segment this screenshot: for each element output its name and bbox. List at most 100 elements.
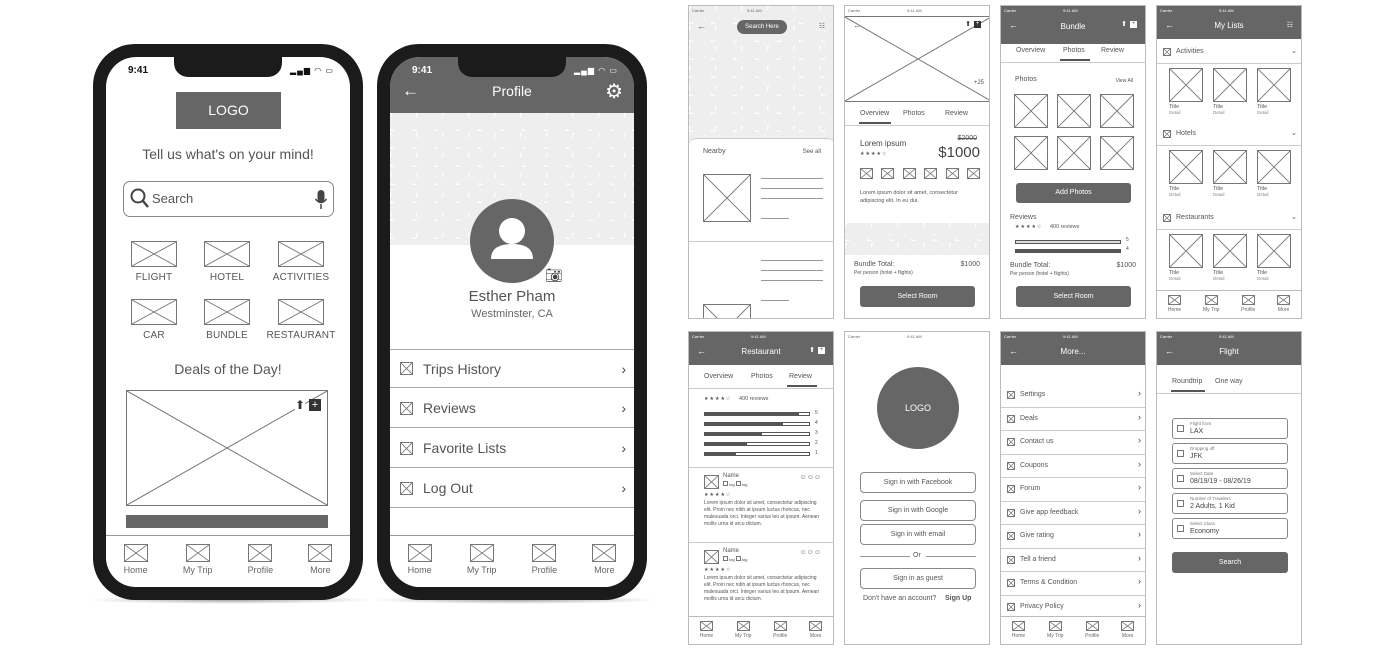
tab-review[interactable]: Review bbox=[1101, 47, 1124, 54]
tab-photos[interactable]: Photos bbox=[751, 373, 773, 380]
tab-overview[interactable]: Overview bbox=[704, 373, 733, 380]
menu-favorite-lists[interactable]: Favorite Lists › bbox=[390, 429, 634, 468]
tab-profile[interactable]: Profile bbox=[248, 544, 273, 587]
more-menu-item[interactable]: Coupons › bbox=[1001, 455, 1145, 478]
tab-more[interactable]: More bbox=[809, 621, 823, 644]
filter-icon[interactable]: ☷ bbox=[1287, 21, 1293, 29]
share-icon[interactable]: ⬆ bbox=[1121, 20, 1127, 28]
share-icon[interactable]: ⬆ bbox=[965, 20, 971, 28]
tab-photos[interactable]: Photos bbox=[903, 110, 925, 117]
sign-up-link[interactable]: Sign Up bbox=[945, 595, 971, 602]
select-class-field[interactable]: Select Class Economy bbox=[1172, 518, 1288, 539]
search-bar[interactable]: Search bbox=[123, 181, 334, 217]
reaction-icons[interactable]: ☺☺☺ bbox=[800, 549, 821, 556]
tab-review[interactable]: Review bbox=[945, 110, 968, 117]
photo-thumb[interactable] bbox=[1014, 94, 1048, 128]
tab-profile[interactable]: Profile bbox=[532, 544, 557, 587]
list-item[interactable]: Title Detail bbox=[1169, 68, 1203, 115]
more-menu-item[interactable]: Contact us › bbox=[1001, 431, 1145, 455]
section-header-hotels[interactable]: Hotels ⌄ bbox=[1157, 124, 1301, 146]
tab-home[interactable]: Home bbox=[123, 544, 148, 587]
tab-roundtrip[interactable]: Roundtrip bbox=[1172, 378, 1202, 385]
back-arrow-icon[interactable]: ← bbox=[1009, 346, 1018, 356]
tab-home[interactable]: Home bbox=[700, 621, 713, 644]
more-menu-item[interactable]: Settings › bbox=[1001, 384, 1145, 408]
email-signin-button[interactable]: Sign in with email bbox=[860, 524, 976, 545]
select-room-button[interactable]: Select Room bbox=[860, 286, 975, 307]
add-photos-button[interactable]: Add Photos bbox=[1016, 183, 1131, 203]
back-arrow-icon[interactable]: ← bbox=[697, 21, 706, 31]
menu-trips-history[interactable]: Trips History › bbox=[390, 349, 634, 388]
google-signin-button[interactable]: Sign in with Google bbox=[860, 500, 976, 521]
back-arrow-icon[interactable]: ← bbox=[1165, 20, 1174, 30]
guest-signin-button[interactable]: Sign in as guest bbox=[860, 568, 976, 589]
more-menu-item[interactable]: Tell a friend › bbox=[1001, 549, 1145, 572]
reaction-icons[interactable]: ☺☺☺ bbox=[800, 474, 821, 481]
back-arrow-icon[interactable]: ← bbox=[853, 20, 862, 30]
photo-thumb[interactable] bbox=[1014, 136, 1048, 170]
section-header-activities[interactable]: Activities ⌄ bbox=[1157, 42, 1301, 64]
tab-home[interactable]: Home bbox=[407, 544, 432, 587]
review-card[interactable]: Name tag tag ☺☺☺ ★★★★☆ Lorem ipsum dolor… bbox=[689, 544, 833, 616]
tab-my-trip[interactable]: My Trip bbox=[467, 544, 496, 587]
tab-photos[interactable]: Photos bbox=[1063, 47, 1085, 54]
tab-my-trip[interactable]: My Trip bbox=[735, 621, 751, 644]
more-menu-item[interactable]: Give app feedback › bbox=[1001, 502, 1145, 525]
review-card[interactable]: Name tag tag ☺☺☺ ★★★★☆ Lorem ipsum dolor… bbox=[689, 469, 833, 541]
back-arrow-icon[interactable]: ← bbox=[1165, 346, 1174, 356]
list-item[interactable]: Title Detail bbox=[1257, 234, 1291, 281]
section-header-restaurants[interactable]: Restaurants ⌄ bbox=[1157, 208, 1301, 230]
tab-profile[interactable]: Profile bbox=[1085, 621, 1099, 644]
category-activities[interactable]: ACTIVITIES bbox=[270, 241, 332, 283]
tab-more[interactable]: More bbox=[1121, 621, 1135, 644]
list-item[interactable]: Title Detail bbox=[1213, 150, 1247, 197]
category-restaurant[interactable]: RESTAURANT bbox=[266, 299, 336, 341]
tab-my-trip[interactable]: My Trip bbox=[1203, 295, 1219, 318]
category-car[interactable]: CAR bbox=[131, 299, 177, 341]
list-item[interactable]: Title Detail bbox=[1169, 234, 1203, 281]
dropping-off-field[interactable]: Dropping off JFK bbox=[1172, 443, 1288, 464]
photo-thumb[interactable] bbox=[1057, 136, 1091, 170]
tab-overview[interactable]: Overview bbox=[1016, 47, 1045, 54]
category-hotel[interactable]: HOTEL bbox=[204, 241, 250, 283]
filter-icon[interactable]: ☷ bbox=[819, 22, 825, 30]
search-here-button[interactable]: Search Here bbox=[737, 20, 787, 34]
photo-thumb[interactable] bbox=[1100, 94, 1134, 128]
list-item[interactable]: Title Detail bbox=[1213, 234, 1247, 281]
search-button[interactable]: Search bbox=[1172, 552, 1288, 573]
photo-thumb[interactable] bbox=[1100, 136, 1134, 170]
tab-more[interactable]: More bbox=[308, 544, 333, 587]
tab-my-trip[interactable]: My Trip bbox=[183, 544, 212, 587]
tab-home[interactable]: Home bbox=[1012, 621, 1025, 644]
microphone-icon[interactable] bbox=[314, 189, 328, 211]
menu-reviews[interactable]: Reviews › bbox=[390, 389, 634, 428]
add-icon[interactable]: + bbox=[1130, 21, 1137, 28]
list-item[interactable]: Title Detail bbox=[1257, 68, 1291, 115]
tab-home[interactable]: Home bbox=[1168, 295, 1181, 318]
more-menu-item[interactable]: Terms & Condition › bbox=[1001, 572, 1145, 596]
deal-card[interactable]: ⬆ + bbox=[126, 390, 328, 506]
photo-thumb[interactable] bbox=[1057, 94, 1091, 128]
gear-icon[interactable]: ⚙ bbox=[605, 79, 623, 104]
flight-from-field[interactable]: Flight from LAX bbox=[1172, 418, 1288, 439]
more-menu-item[interactable]: Deals › bbox=[1001, 408, 1145, 431]
share-icon[interactable]: ⬆ bbox=[809, 346, 815, 354]
list-item[interactable]: Title Detail bbox=[1257, 150, 1291, 197]
tab-profile[interactable]: Profile bbox=[773, 621, 787, 644]
tab-my-trip[interactable]: My Trip bbox=[1047, 621, 1063, 644]
list-item[interactable]: Title Detail bbox=[1169, 150, 1203, 197]
add-icon[interactable]: + bbox=[974, 21, 981, 28]
tab-review[interactable]: Review bbox=[789, 373, 812, 380]
share-icon[interactable]: ⬆ bbox=[294, 399, 305, 411]
select-date-field[interactable]: Select Date 08/19/19 - 08/26/19 bbox=[1172, 468, 1288, 489]
back-arrow-icon[interactable]: ← bbox=[697, 346, 706, 356]
tab-profile[interactable]: Profile bbox=[1241, 295, 1255, 318]
tab-one-way[interactable]: One way bbox=[1215, 378, 1243, 385]
category-bundle[interactable]: BUNDLE bbox=[204, 299, 250, 341]
travelers-field[interactable]: Number of Travelers 2 Adults, 1 Kid bbox=[1172, 493, 1288, 514]
avatar[interactable] bbox=[470, 199, 554, 283]
camera-icon[interactable]: 📷︎ bbox=[545, 267, 563, 284]
back-arrow-icon[interactable]: ← bbox=[1009, 20, 1018, 30]
select-room-button[interactable]: Select Room bbox=[1016, 286, 1131, 307]
menu-log-out[interactable]: Log Out › bbox=[390, 469, 634, 508]
